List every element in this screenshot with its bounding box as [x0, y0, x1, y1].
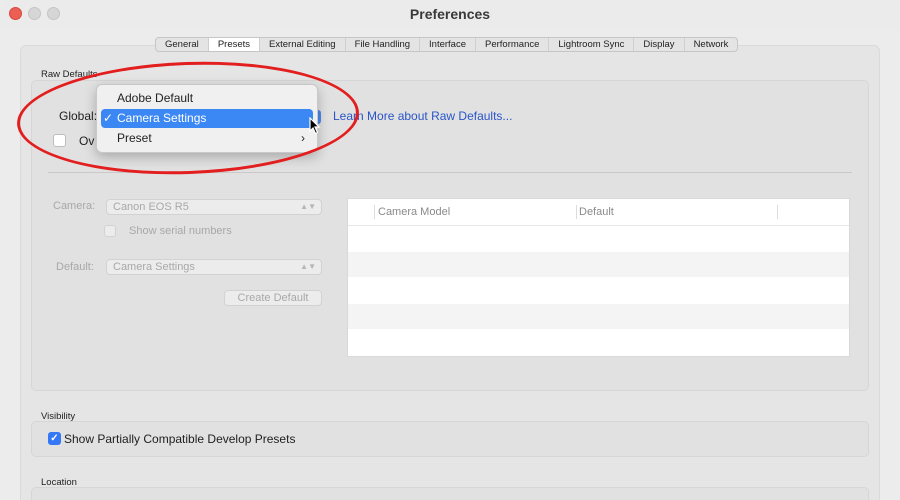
title-bar: Preferences — [0, 0, 900, 28]
default-label: Default: — [56, 261, 94, 273]
preferences-window: Preferences General Presets External Edi… — [0, 0, 900, 500]
tab-presets[interactable]: Presets — [208, 38, 261, 51]
table-row — [348, 304, 849, 329]
show-serial-checkbox[interactable] — [104, 225, 116, 237]
preferences-tab-bar: General Presets External Editing File Ha… — [155, 37, 739, 52]
tab-general[interactable]: General — [156, 38, 209, 51]
camera-select[interactable]: Canon EOS R5 ▲▼ — [106, 199, 322, 215]
default-select[interactable]: Camera Settings ▲▼ — [106, 259, 322, 275]
tab-external-editing[interactable]: External Editing — [260, 38, 346, 51]
window-title: Preferences — [409, 6, 491, 22]
table-header: Camera Model Default — [348, 199, 849, 226]
tab-lightroom-sync[interactable]: Lightroom Sync — [549, 38, 635, 51]
show-partial-presets-checkbox[interactable]: ✓ — [48, 432, 61, 445]
select-arrows-icon: ▲▼ — [300, 262, 316, 271]
tab-network[interactable]: Network — [685, 38, 738, 51]
camera-select-value: Canon EOS R5 — [113, 201, 189, 213]
show-serial-label: Show serial numbers — [129, 225, 232, 237]
camera-label: Camera: — [53, 200, 96, 212]
column-separator — [576, 205, 577, 219]
tab-file-handling[interactable]: File Handling — [346, 38, 421, 51]
learn-more-raw-defaults-link[interactable]: Learn More about Raw Defaults... — [333, 109, 512, 123]
mouse-pointer-icon — [309, 117, 321, 135]
create-default-button[interactable]: Create Default — [224, 290, 322, 306]
camera-defaults-table: Camera Model Default — [347, 198, 850, 357]
column-separator — [777, 205, 778, 219]
tab-interface[interactable]: Interface — [420, 38, 476, 51]
select-arrows-icon: ▲▼ — [300, 202, 316, 211]
column-header-default[interactable]: Default — [579, 206, 614, 218]
location-group — [31, 487, 869, 500]
table-row — [348, 252, 849, 277]
column-header-camera-model[interactable]: Camera Model — [378, 206, 450, 218]
default-select-value: Camera Settings — [113, 261, 195, 273]
column-separator — [374, 205, 375, 219]
tab-performance[interactable]: Performance — [476, 38, 550, 51]
show-partial-presets-label: Show Partially Compatible Develop Preset… — [64, 432, 296, 446]
tab-display[interactable]: Display — [634, 38, 685, 51]
